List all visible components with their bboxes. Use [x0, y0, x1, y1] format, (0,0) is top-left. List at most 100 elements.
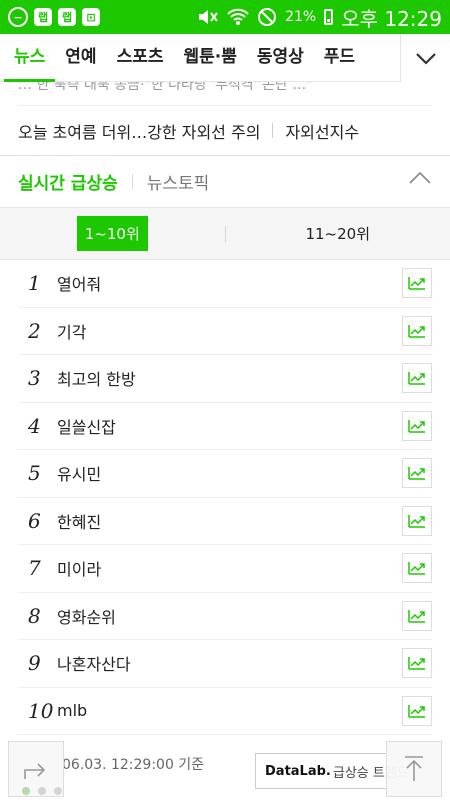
divider: [131, 173, 133, 190]
trend-chart-button[interactable]: [402, 268, 432, 299]
arrow-up-icon: [405, 756, 423, 781]
wifi-icon: [227, 8, 249, 25]
list-item[interactable]: 4 일쓸신잡: [18, 403, 432, 450]
trending-section-header: 실시간 급상승 뉴스토픽: [0, 156, 450, 208]
range-11-20[interactable]: 11~20위: [226, 223, 450, 244]
tab-webtoon[interactable]: 웹툰·뿜: [173, 34, 246, 82]
trend-chart-icon: [408, 657, 425, 670]
update-timestamp: 06.03. 12:29:00 기준: [62, 757, 205, 773]
weather-headline-row: 오늘 초여름 더위…강한 자외선 주의 자외선지수: [0, 106, 450, 156]
page-dot: [38, 787, 46, 795]
list-item[interactable]: 5 유시민: [18, 450, 432, 498]
datalab-brand: DataLab.: [265, 763, 331, 779]
trend-chart-icon: [408, 467, 425, 480]
clock: 오후 12:29: [341, 6, 442, 31]
trend-chart-button[interactable]: [402, 410, 432, 441]
battery-icon: [324, 9, 334, 25]
trend-chart-icon: [408, 419, 425, 433]
trend-chart-icon: [408, 372, 425, 385]
keyword: 열어줘: [57, 275, 102, 295]
chevron-down-icon: [415, 52, 436, 65]
status-bar-notifications: − 랩 랩 ⊡: [8, 7, 197, 27]
bottom-bar: 06.03. 12:29:00 기준 DataLab. 급상승 트렌드: [0, 735, 450, 800]
trend-chart-button[interactable]: [402, 600, 432, 631]
rank-number: 4: [28, 413, 41, 438]
keyword: 일쓸신잡: [57, 417, 116, 437]
trend-chart-icon: [408, 514, 425, 528]
uv-index-link[interactable]: 자외선지수: [285, 119, 359, 143]
keyword: 영화순위: [57, 607, 116, 627]
n-icon: 랩: [34, 8, 52, 26]
keyword: 유시민: [57, 465, 102, 485]
image-icon: ⊡: [82, 8, 100, 26]
tab-food[interactable]: 푸드: [314, 34, 365, 82]
page-dot: [22, 787, 30, 795]
scroll-to-top-button[interactable]: [386, 741, 442, 797]
rank-number: 2: [28, 318, 41, 343]
list-item[interactable]: 9 나혼자산다: [18, 640, 432, 688]
trend-chart-button[interactable]: [402, 458, 432, 489]
tab-video[interactable]: 동영상: [247, 34, 314, 82]
tab-news[interactable]: 뉴스: [4, 34, 56, 82]
list-item[interactable]: 1 열어줘: [18, 260, 432, 308]
trend-chart-icon: [408, 562, 425, 575]
chevron-up-icon: [409, 171, 431, 184]
status-bar: − 랩 랩 ⊡ 21% 오후 12:29: [0, 0, 450, 34]
tab-news-topic[interactable]: 뉴스토픽: [147, 169, 210, 194]
keyword: 미이라: [57, 560, 102, 580]
trend-chart-button[interactable]: [402, 553, 432, 584]
trend-chart-button[interactable]: [402, 363, 432, 394]
rank-number: 7: [28, 556, 41, 581]
datalab-trend-button[interactable]: DataLab. 급상승 트렌드: [255, 753, 407, 789]
list-item[interactable]: 10 mlb: [18, 688, 432, 735]
rank-range-selector: 1~10위 11~20위: [0, 208, 450, 260]
collapse-button[interactable]: [408, 170, 432, 189]
n-icon: 랩: [58, 8, 76, 26]
tab-sports[interactable]: 스포츠: [107, 34, 174, 82]
list-item[interactable]: 3 최고의 한방: [18, 355, 432, 403]
range-1-10-label: 1~10위: [76, 216, 148, 251]
list-item[interactable]: 6 한혜진: [18, 498, 432, 545]
weather-headline[interactable]: 오늘 초여름 더위…강한 자외선 주의: [18, 119, 260, 143]
range-1-10[interactable]: 1~10위: [0, 216, 225, 251]
trend-chart-button[interactable]: [402, 648, 432, 679]
list-item[interactable]: 7 미이라: [18, 545, 432, 593]
trend-chart-icon: [408, 324, 425, 338]
rank-number: 5: [28, 461, 41, 486]
status-bar-system: 21% 오후 12:29: [197, 3, 442, 32]
trend-chart-button[interactable]: [402, 315, 432, 346]
page-indicator: [22, 787, 62, 795]
minus-circle-icon: −: [8, 7, 28, 27]
trend-chart-button[interactable]: [402, 695, 432, 726]
category-tabs-scroll[interactable]: 뉴스 연예 스포츠 웹툰·뿜 동영상 푸드: [0, 34, 400, 82]
keyword: 나혼자산다: [57, 655, 131, 675]
no-sim-icon: [258, 8, 277, 26]
keyword: 최고의 한방: [57, 370, 136, 390]
trending-list: 1 열어줘 2 기각 3 최고의 한방 4 일쓸신잡 5 유시민 6 한혜진 7…: [0, 260, 450, 735]
keyword: 한혜진: [57, 512, 102, 532]
rank-number: 3: [28, 366, 41, 391]
rank-number: 1: [28, 271, 41, 296]
rank-number: 9: [28, 651, 41, 676]
list-item[interactable]: 8 영화순위: [18, 593, 432, 640]
trend-chart-icon: [408, 704, 425, 718]
trend-chart-icon: [408, 277, 425, 290]
battery-percent: 21%: [285, 9, 317, 25]
keyword: mlb: [57, 701, 88, 721]
rank-number: 8: [28, 603, 41, 628]
headline-fragment[interactable]: … 한 북측 대북 송금·"한 나라당 '부적격' 논란 …": [18, 82, 432, 106]
trend-chart-button[interactable]: [402, 505, 432, 536]
rank-number: 10: [28, 698, 54, 723]
rank-number: 6: [28, 508, 41, 533]
tab-realtime-trending[interactable]: 실시간 급상승: [18, 169, 118, 194]
page-dot: [54, 787, 62, 795]
trend-chart-icon: [408, 609, 425, 623]
keyword: 기각: [57, 322, 87, 342]
tabs-expand-button[interactable]: [400, 33, 450, 82]
range-11-20-label: 11~20위: [305, 225, 371, 243]
mute-icon: [199, 10, 218, 24]
divider: [272, 123, 274, 138]
headline-fragment-text: … 한 북측 대북 송금·"한 나라당 '부적격' 논란 …": [18, 82, 313, 93]
list-item[interactable]: 2 기각: [18, 308, 432, 355]
tab-entertainment[interactable]: 연예: [55, 34, 106, 82]
